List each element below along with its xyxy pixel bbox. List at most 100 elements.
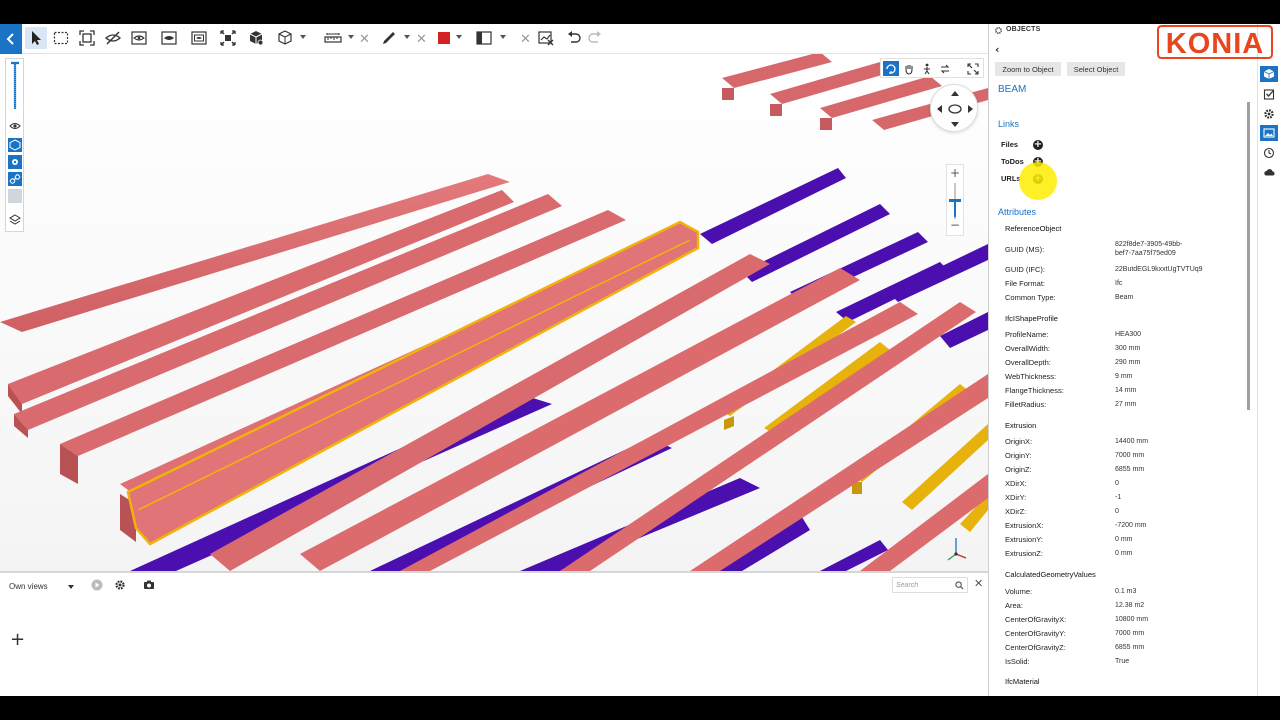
gear-icon	[12, 159, 18, 165]
panel-scrollbar[interactable]	[1247, 102, 1250, 410]
zoom-in-button[interactable]: +	[947, 166, 963, 180]
rotate-mode-button[interactable]	[937, 61, 953, 76]
objects-tab[interactable]	[1260, 66, 1278, 82]
properties-toggle[interactable]	[8, 155, 22, 169]
attr-value: 0.1 m3	[1115, 588, 1137, 595]
undo-button[interactable]	[563, 27, 585, 49]
clipping-slider[interactable]	[8, 61, 22, 111]
markup-pen-button[interactable]	[378, 27, 400, 49]
snapshot-button[interactable]	[142, 578, 156, 592]
back-button[interactable]	[0, 24, 22, 54]
orbit-control-icon	[937, 91, 973, 127]
attr-value: 22ButdEGL9kxxtUgTVTUq9	[1115, 266, 1203, 273]
measure-icon	[324, 33, 342, 43]
isolate-icon	[161, 31, 177, 45]
orbit-control[interactable]	[930, 84, 978, 132]
view-settings-button[interactable]	[113, 578, 127, 592]
views-panel: Own views Search ✕ +	[0, 571, 988, 696]
chevron-down-icon	[68, 585, 74, 589]
cube-view-button[interactable]	[274, 27, 296, 49]
zoom-to-object-button[interactable]: Zoom to Object	[995, 62, 1061, 76]
link-todos-label: ToDos	[1001, 157, 1024, 166]
attr-key: Area:	[1005, 601, 1023, 610]
markup-color-button[interactable]	[433, 27, 455, 49]
select-tool-button[interactable]	[25, 27, 47, 49]
attributes-heading: Attributes	[998, 207, 1037, 217]
clear-markup-button[interactable]	[535, 27, 557, 49]
attr-value: 27 mm	[1115, 401, 1137, 408]
axis-gizmo-icon	[947, 538, 967, 561]
show-button[interactable]	[128, 27, 150, 49]
zoom-out-button[interactable]: −	[947, 218, 963, 232]
back-button[interactable]: ‹	[995, 43, 1000, 56]
attr-value: 7000 mm	[1115, 452, 1145, 459]
attr-key: OverallDepth:	[1005, 358, 1051, 367]
attr-value: HEA300	[1115, 331, 1142, 338]
model-tree-toggle[interactable]	[8, 138, 22, 152]
images-tab[interactable]	[1260, 125, 1278, 141]
show-all-button[interactable]	[188, 27, 210, 49]
box-select-button[interactable]	[50, 27, 72, 49]
orbit-mode-button[interactable]	[883, 61, 899, 76]
section-button[interactable]	[473, 27, 495, 49]
select-arrow-icon	[32, 31, 41, 45]
select-object-button[interactable]: Select Object	[1067, 62, 1125, 76]
attr-key: OriginY:	[1005, 451, 1032, 460]
play-button[interactable]	[90, 578, 104, 592]
model-scene[interactable]	[0, 54, 988, 571]
settings-tab[interactable]	[1260, 106, 1278, 122]
attr-key: CenterOfGravityY:	[1005, 629, 1066, 638]
hide-icon	[105, 31, 121, 45]
attr-value: -7200 mm	[1115, 522, 1147, 529]
walk-icon	[924, 63, 930, 74]
konia-logo: KONIA	[1157, 25, 1273, 60]
views-search-input[interactable]: Search	[892, 577, 968, 593]
svg-text:KONIA: KONIA	[1166, 28, 1264, 60]
attr-key: XDirX:	[1005, 479, 1027, 488]
3d-viewport[interactable]: + −	[0, 54, 988, 571]
cloud-tab[interactable]	[1260, 164, 1278, 180]
pen-dropdown-icon[interactable]	[404, 35, 410, 39]
section-icon	[476, 31, 492, 45]
beam-group-yellow[interactable]	[720, 316, 988, 532]
history-icon	[1263, 147, 1275, 159]
color-dropdown-icon[interactable]	[456, 35, 462, 39]
cube-view-dropdown-icon[interactable]	[300, 35, 306, 39]
add-view-button[interactable]: +	[10, 631, 25, 649]
back-icon	[6, 33, 14, 45]
measure-button[interactable]	[322, 27, 344, 49]
redo-button[interactable]	[584, 27, 606, 49]
orbit-icon	[886, 63, 896, 74]
layers-toggle[interactable]	[8, 213, 22, 227]
attr-value: 7000 mm	[1115, 630, 1145, 637]
attr-key: FilletRadius:	[1005, 400, 1047, 409]
explode-button[interactable]	[217, 27, 239, 49]
visibility-toggle[interactable]	[8, 119, 22, 133]
history-tab[interactable]	[1260, 145, 1278, 161]
add-file-button[interactable]: +	[1033, 140, 1043, 150]
links-toggle[interactable]	[8, 172, 22, 186]
fit-view-button[interactable]	[76, 27, 98, 49]
navigation-mode-bar	[880, 58, 984, 78]
attr-value: 290 mm	[1115, 359, 1141, 366]
object-cube-button[interactable]	[245, 27, 267, 49]
zoom-slider[interactable]: + −	[946, 164, 964, 236]
attr-key: FlangeThickness:	[1005, 386, 1064, 395]
clear-measure-icon[interactable]: ✕	[359, 32, 370, 47]
pan-icon	[905, 64, 913, 75]
measure-dropdown-icon[interactable]	[348, 35, 354, 39]
hide-button[interactable]	[102, 27, 124, 49]
play-icon	[91, 579, 103, 591]
fullscreen-button[interactable]	[965, 61, 981, 76]
pan-mode-button[interactable]	[901, 61, 917, 76]
walk-mode-button[interactable]	[919, 61, 935, 76]
isolate-button[interactable]	[158, 27, 180, 49]
clear-pen-icon[interactable]: ✕	[416, 32, 427, 47]
tasks-tab[interactable]	[1260, 86, 1278, 102]
section-dropdown-icon[interactable]	[500, 35, 506, 39]
attr-value: 0	[1115, 508, 1119, 515]
clear-section-icon[interactable]: ✕	[520, 32, 531, 47]
views-select[interactable]: Own views	[4, 578, 78, 594]
right-icon-strip	[1257, 24, 1280, 696]
close-panel-button[interactable]: ✕	[974, 577, 983, 590]
